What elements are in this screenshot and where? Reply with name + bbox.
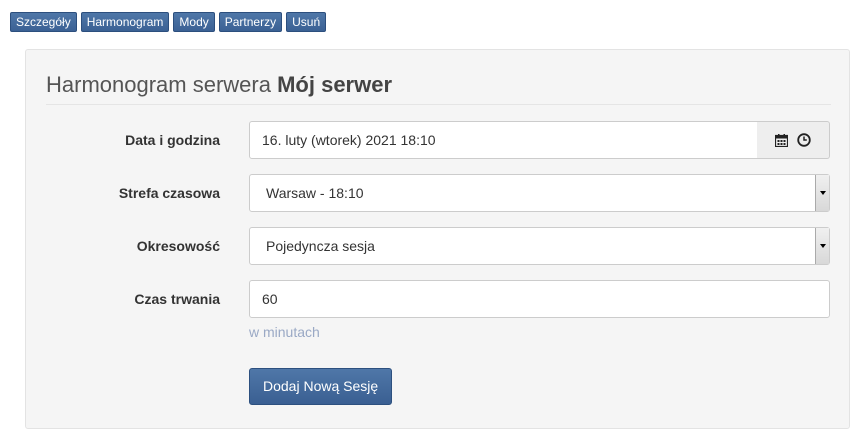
clock-icon[interactable]: [797, 133, 811, 147]
server-tabs: Szczegóły Harmonogram Mody Partnerzy Usu…: [10, 12, 327, 32]
duration-input[interactable]: 60: [249, 280, 830, 318]
tab-mods[interactable]: Mody: [173, 12, 215, 32]
timezone-label: Strefa czasowa: [118, 185, 220, 201]
timezone-select[interactable]: Warsaw - 18:10: [249, 174, 830, 212]
datetime-input[interactable]: 16. luty (wtorek) 2021 18:10: [249, 121, 758, 159]
recurrence-value: Pojedyncza sesja: [266, 238, 375, 254]
timezone-row: Strefa czasowa Warsaw - 18:10: [26, 174, 851, 212]
recurrence-select[interactable]: Pojedyncza sesja: [249, 227, 830, 265]
schedule-panel: Harmonogram serwera Mój serwer Data i go…: [25, 49, 850, 429]
duration-hint: w minutach: [249, 324, 320, 340]
duration-label: Czas trwania: [134, 291, 220, 307]
datetime-row: Data i godzina 16. luty (wtorek) 2021 18…: [26, 121, 851, 159]
tab-delete[interactable]: Usuń: [286, 12, 327, 32]
add-session-button[interactable]: Dodaj Nową Sesję: [249, 368, 393, 405]
chevron-down-icon[interactable]: [815, 175, 829, 211]
server-name: Mój serwer: [277, 72, 393, 97]
chevron-down-icon[interactable]: [815, 228, 829, 264]
tab-partners[interactable]: Partnerzy: [218, 12, 283, 32]
tab-details[interactable]: Szczegóły: [10, 12, 77, 32]
datetime-label: Data i godzina: [125, 132, 220, 148]
recurrence-label: Okresowość: [136, 238, 220, 254]
tab-schedule[interactable]: Harmonogram: [80, 12, 170, 32]
timezone-value: Warsaw - 18:10: [266, 185, 364, 201]
page-title: Harmonogram serwera Mój serwer: [46, 72, 831, 105]
title-prefix: Harmonogram serwera: [46, 72, 271, 97]
duration-row: Czas trwania 60: [26, 280, 851, 318]
recurrence-row: Okresowość Pojedyncza sesja: [26, 227, 851, 265]
calendar-icon[interactable]: [775, 133, 788, 147]
datetime-addon[interactable]: [757, 121, 830, 159]
